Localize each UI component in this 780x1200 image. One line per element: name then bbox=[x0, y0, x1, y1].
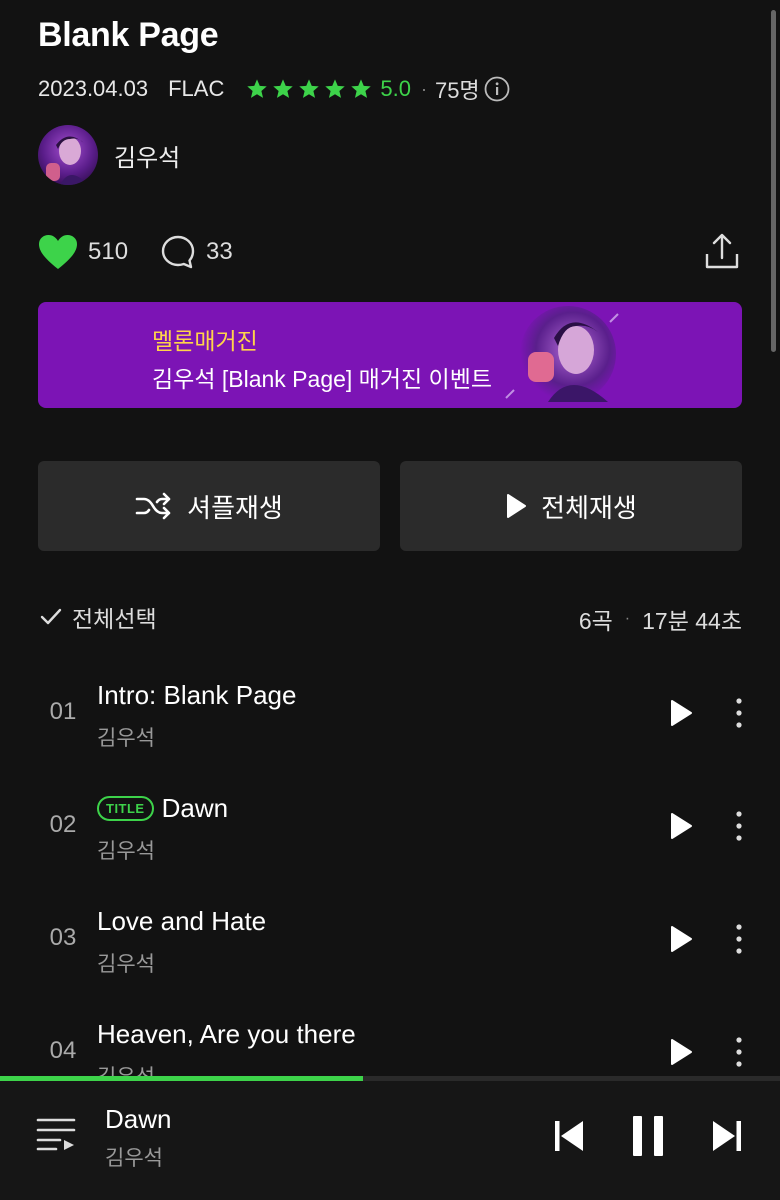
rating-separator: · bbox=[420, 78, 427, 99]
track-number: 01 bbox=[49, 698, 77, 725]
artist-link[interactable]: 김우석 bbox=[38, 125, 180, 185]
banner-text: 김우석 [Blank Page] 매거진 이벤트 bbox=[152, 366, 493, 392]
track-number: 02 bbox=[49, 811, 77, 838]
track-title: Intro: Blank Page bbox=[97, 680, 296, 711]
previous-icon[interactable] bbox=[552, 1118, 586, 1154]
track-title-text: Intro: Blank Page bbox=[97, 680, 297, 710]
progress-fill bbox=[0, 1076, 363, 1081]
play-icon bbox=[507, 494, 527, 518]
track-summary: 6곡 · 17분 44초 bbox=[579, 602, 742, 636]
star-icon bbox=[273, 79, 294, 98]
banner-label: 멜론매거진 bbox=[152, 328, 258, 354]
share-icon[interactable] bbox=[704, 232, 740, 270]
track-title-text: Love and Hate bbox=[97, 906, 267, 936]
play-icon[interactable] bbox=[668, 1037, 694, 1067]
track-count: 6곡 bbox=[578, 608, 613, 634]
album-meta: 2023.04.03 FLAC 5.0 · 75명 bbox=[38, 74, 510, 104]
track-row[interactable]: 02 TITLE Dawn 김우석 bbox=[0, 775, 780, 888]
magazine-banner[interactable]: 멜론매거진 김우석 [Blank Page] 매거진 이벤트 bbox=[38, 302, 742, 408]
play-icon[interactable] bbox=[668, 924, 694, 954]
playlist-icon[interactable] bbox=[36, 1116, 76, 1152]
now-playing-artist: 김우석 bbox=[105, 1147, 163, 1170]
rating-stars bbox=[246, 78, 372, 100]
more-icon[interactable] bbox=[730, 922, 748, 956]
mini-player[interactable]: Dawn 김우석 bbox=[0, 1076, 780, 1200]
shuffle-label: 셔플재생 bbox=[187, 492, 283, 523]
title-badge: TITLE bbox=[97, 796, 154, 821]
scrollbar[interactable] bbox=[771, 10, 776, 352]
star-icon bbox=[351, 79, 372, 98]
comment-count: 33 bbox=[206, 238, 233, 265]
track-title-text: Dawn bbox=[161, 793, 229, 823]
more-icon[interactable] bbox=[730, 1035, 748, 1069]
info-icon[interactable] bbox=[484, 76, 510, 102]
track-artist: 김우석 bbox=[97, 727, 155, 750]
album-title: Blank Page bbox=[38, 16, 219, 54]
star-icon bbox=[247, 79, 268, 98]
more-icon[interactable] bbox=[730, 809, 748, 843]
play-all-label: 전체재생 bbox=[541, 492, 637, 523]
shuffle-play-button[interactable]: 셔플재생 bbox=[38, 461, 380, 551]
heart-icon bbox=[39, 235, 77, 269]
shuffle-icon bbox=[135, 492, 171, 520]
avatar bbox=[38, 125, 98, 185]
track-number: 03 bbox=[49, 924, 77, 951]
track-title-text: Heaven, Are you there bbox=[97, 1019, 356, 1049]
summary-separator: · bbox=[624, 610, 631, 627]
track-number: 04 bbox=[49, 1037, 77, 1064]
audio-format: FLAC bbox=[168, 76, 225, 101]
rating-count: 75명 bbox=[434, 78, 480, 103]
track-title: TITLE Dawn bbox=[97, 793, 228, 824]
now-playing-title: Dawn bbox=[105, 1104, 172, 1134]
track-artist: 김우석 bbox=[97, 840, 155, 863]
track-artist: 김우석 bbox=[97, 953, 155, 976]
rating-value: 5.0 bbox=[380, 76, 411, 101]
play-icon[interactable] bbox=[668, 811, 694, 841]
track-title: Love and Hate bbox=[97, 906, 266, 937]
play-all-button[interactable]: 전체재생 bbox=[400, 461, 742, 551]
like-button[interactable]: 510 bbox=[38, 234, 128, 270]
pause-icon[interactable] bbox=[630, 1114, 666, 1158]
track-title: Heaven, Are you there bbox=[97, 1019, 356, 1050]
comment-icon bbox=[161, 235, 195, 269]
total-duration: 17분 44초 bbox=[642, 608, 742, 634]
check-icon[interactable] bbox=[38, 606, 64, 628]
track-row[interactable]: 03 Love and Hate 김우석 bbox=[0, 888, 780, 1001]
star-icon bbox=[299, 79, 320, 98]
track-list-header: 전체선택 6곡 · 17분 44초 bbox=[38, 600, 742, 634]
more-icon[interactable] bbox=[730, 696, 748, 730]
track-row[interactable]: 01 Intro: Blank Page 김우석 bbox=[0, 662, 780, 775]
artist-name: 김우석 bbox=[114, 144, 181, 172]
release-date: 2023.04.03 bbox=[38, 76, 149, 101]
comment-button[interactable]: 33 bbox=[160, 234, 233, 270]
banner-artwork bbox=[505, 306, 619, 402]
select-all[interactable]: 전체선택 bbox=[72, 600, 157, 634]
action-bar: 510 33 bbox=[38, 232, 742, 272]
play-icon[interactable] bbox=[668, 698, 694, 728]
next-icon[interactable] bbox=[710, 1118, 744, 1154]
progress-bar[interactable] bbox=[0, 1076, 780, 1081]
star-icon bbox=[325, 79, 346, 98]
like-count: 510 bbox=[88, 238, 129, 265]
